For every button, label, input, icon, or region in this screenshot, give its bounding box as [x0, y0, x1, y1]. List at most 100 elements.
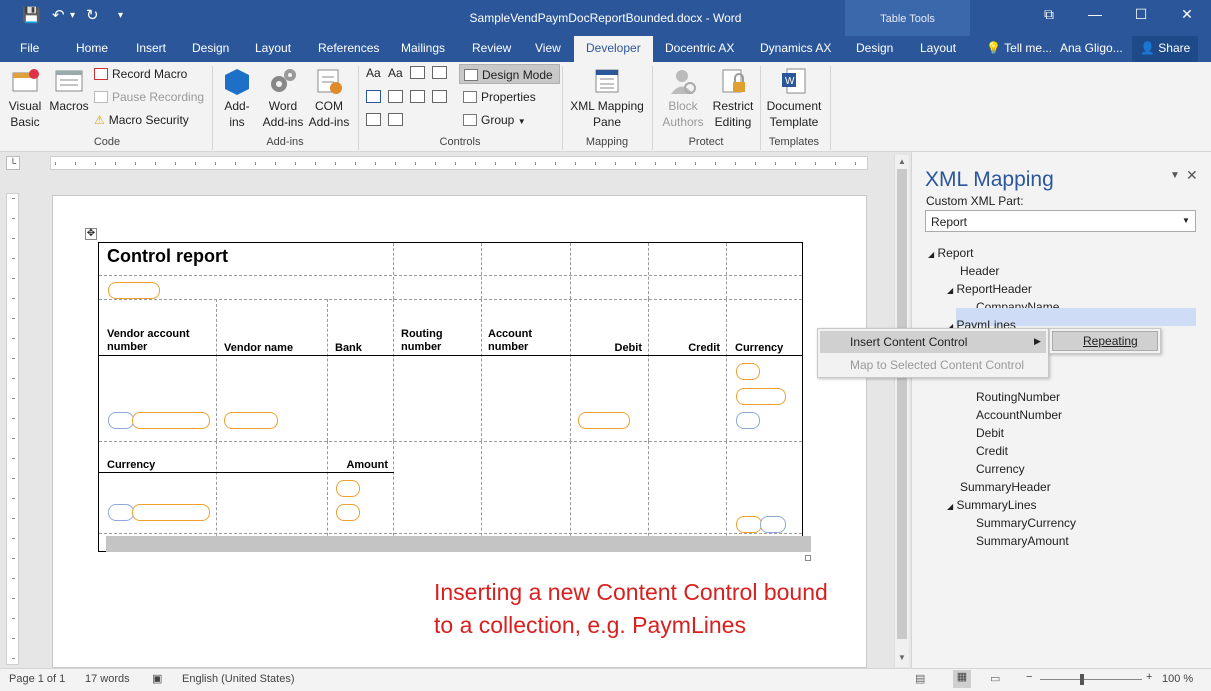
pane-options-icon[interactable]: ▼ [1170, 170, 1180, 181]
web-layout-icon[interactable]: ▭ [990, 672, 1000, 685]
tell-me-search[interactable]: 💡 Tell me... [978, 36, 1060, 62]
undo-dropdown-icon[interactable]: ▾ [70, 10, 75, 21]
content-control-summary-currency[interactable] [132, 504, 210, 521]
vertical-ruler[interactable] [6, 193, 19, 665]
user-name[interactable]: Ana Gligo... [1052, 36, 1131, 62]
customize-qat-icon[interactable]: ▾ [118, 10, 123, 21]
scroll-up-icon[interactable]: ▲ [898, 157, 906, 166]
content-control-credit[interactable] [736, 388, 786, 405]
undo-icon[interactable]: ↶ [52, 6, 65, 24]
content-control-summary-repeating[interactable] [108, 504, 134, 521]
content-control-currency[interactable] [736, 363, 760, 380]
content-control-debit[interactable] [578, 412, 630, 429]
com-add-ins-button[interactable]: COM Add-ins [306, 66, 352, 130]
tab-selector[interactable]: └ [6, 156, 20, 170]
content-control-vendor-account[interactable] [132, 412, 210, 429]
tab-file[interactable]: File [12, 36, 47, 62]
save-icon[interactable]: 💾 [22, 6, 41, 24]
date-picker-control-icon[interactable] [432, 90, 447, 103]
tree-item-accountnumber[interactable]: AccountNumber [976, 408, 1062, 422]
tree-item-routingnumber[interactable]: RoutingNumber [976, 390, 1060, 404]
content-control-repeating-end[interactable] [736, 412, 760, 429]
zoom-out-icon[interactable]: − [1026, 671, 1032, 683]
group-button[interactable]: Group ▼ [463, 110, 526, 130]
tab-mailings[interactable]: Mailings [393, 36, 453, 62]
document-scrollbar[interactable]: ▲ ▼ [894, 155, 909, 667]
checkbox-control-icon[interactable] [366, 90, 381, 103]
tab-view[interactable]: View [527, 36, 569, 62]
block-authors-button[interactable]: Block Authors [656, 66, 710, 130]
tab-table-layout[interactable]: Layout [912, 36, 964, 62]
properties-button[interactable]: Properties [463, 87, 536, 107]
content-control-company-name[interactable] [108, 282, 160, 299]
zoom-in-icon[interactable]: + [1146, 671, 1152, 683]
xml-mapping-pane-button[interactable]: XML Mapping Pane [564, 66, 650, 130]
menu-item-repeating[interactable]: Repeating [1052, 331, 1158, 351]
tab-insert[interactable]: Insert [128, 36, 174, 62]
add-ins-button[interactable]: Add- ins [218, 66, 256, 130]
print-layout-icon[interactable]: ▦ [953, 670, 971, 688]
language[interactable]: English (United States) [182, 673, 295, 685]
selected-empty-row[interactable] [106, 536, 811, 552]
design-mode-button[interactable]: Design Mode [459, 64, 560, 84]
share-button[interactable]: 👤 Share [1132, 36, 1199, 62]
content-control-summary-amount-value[interactable] [336, 504, 360, 521]
redo-icon[interactable]: ↻ [86, 6, 99, 24]
tree-item-summarycurrency[interactable]: SummaryCurrency [976, 516, 1076, 530]
table-resize-handle[interactable] [805, 555, 811, 561]
page-count[interactable]: Page 1 of 1 [9, 673, 65, 685]
tab-table-design[interactable]: Design [848, 36, 901, 62]
tree-item-report[interactable]: ◢ Report [928, 246, 974, 260]
zoom-level[interactable]: 100 % [1162, 673, 1193, 685]
zoom-slider-thumb[interactable] [1080, 674, 1084, 685]
ribbon-display-options-icon[interactable]: ⧉ [1038, 6, 1060, 26]
zoom-slider[interactable] [1040, 679, 1142, 680]
tree-item-debit[interactable]: Debit [976, 426, 1004, 440]
read-mode-icon[interactable]: ▤ [915, 672, 925, 685]
tab-developer[interactable]: Developer [574, 36, 653, 62]
close-button[interactable]: ✕ [1176, 6, 1198, 26]
tab-dynamics-ax[interactable]: Dynamics AX [752, 36, 839, 62]
tree-item-summaryheader[interactable]: SummaryHeader [960, 480, 1051, 494]
custom-xml-part-select[interactable]: Report ▼ [925, 210, 1196, 232]
tree-item-credit[interactable]: Credit [976, 444, 1008, 458]
tree-item-currency[interactable]: Currency [976, 462, 1025, 476]
combo-box-control-icon[interactable] [388, 90, 403, 103]
content-control-summary-end[interactable] [736, 516, 762, 533]
building-block-control-icon[interactable] [432, 66, 447, 79]
content-control-summary-amount[interactable] [336, 480, 360, 497]
tab-review[interactable]: Review [464, 36, 519, 62]
tab-layout[interactable]: Layout [247, 36, 299, 62]
document-template-button[interactable]: W Document Template [762, 66, 826, 130]
word-add-ins-button[interactable]: Word Add-ins [258, 66, 308, 130]
tree-item-summaryamount[interactable]: SummaryAmount [976, 534, 1069, 548]
content-control-summary-repeating-end[interactable] [760, 516, 786, 533]
tab-docentric-ax[interactable]: Docentric AX [657, 36, 742, 62]
macro-security-button[interactable]: ⚠ Macro Security [94, 110, 189, 130]
tab-home[interactable]: Home [68, 36, 116, 62]
tree-item-summarylines[interactable]: ◢ SummaryLines [947, 498, 1037, 512]
picture-control-icon[interactable] [410, 66, 425, 79]
pane-close-icon[interactable]: ✕ [1186, 167, 1198, 184]
record-macro-button[interactable]: Record Macro [94, 64, 187, 84]
tree-item-reportheader[interactable]: ◢ ReportHeader [947, 282, 1032, 296]
dropdown-control-icon[interactable] [410, 90, 425, 103]
restrict-editing-button[interactable]: Restrict Editing [708, 66, 758, 130]
pause-recording-button[interactable]: Pause Recording [94, 87, 204, 107]
scrollbar-thumb[interactable] [897, 169, 907, 639]
restore-button[interactable]: ☐ [1130, 6, 1152, 26]
tree-item-header[interactable]: Header [960, 264, 999, 278]
legacy-tools-icon[interactable] [388, 113, 403, 126]
menu-item-map-selected[interactable]: Map to Selected Content Control [820, 355, 1046, 375]
tab-design[interactable]: Design [184, 36, 237, 62]
horizontal-ruler[interactable] [50, 156, 868, 170]
macros-button[interactable]: Macros [46, 66, 92, 114]
table-move-handle[interactable]: ✥ [85, 228, 97, 240]
tab-references[interactable]: References [310, 36, 387, 62]
content-control-vendor-name[interactable] [224, 412, 278, 429]
minimize-button[interactable]: — [1084, 6, 1106, 26]
repeating-section-control-icon[interactable] [366, 113, 381, 126]
proofing-icon[interactable]: ▣ [152, 672, 162, 685]
scroll-down-icon[interactable]: ▼ [898, 653, 906, 662]
content-control-repeating[interactable] [108, 412, 134, 429]
